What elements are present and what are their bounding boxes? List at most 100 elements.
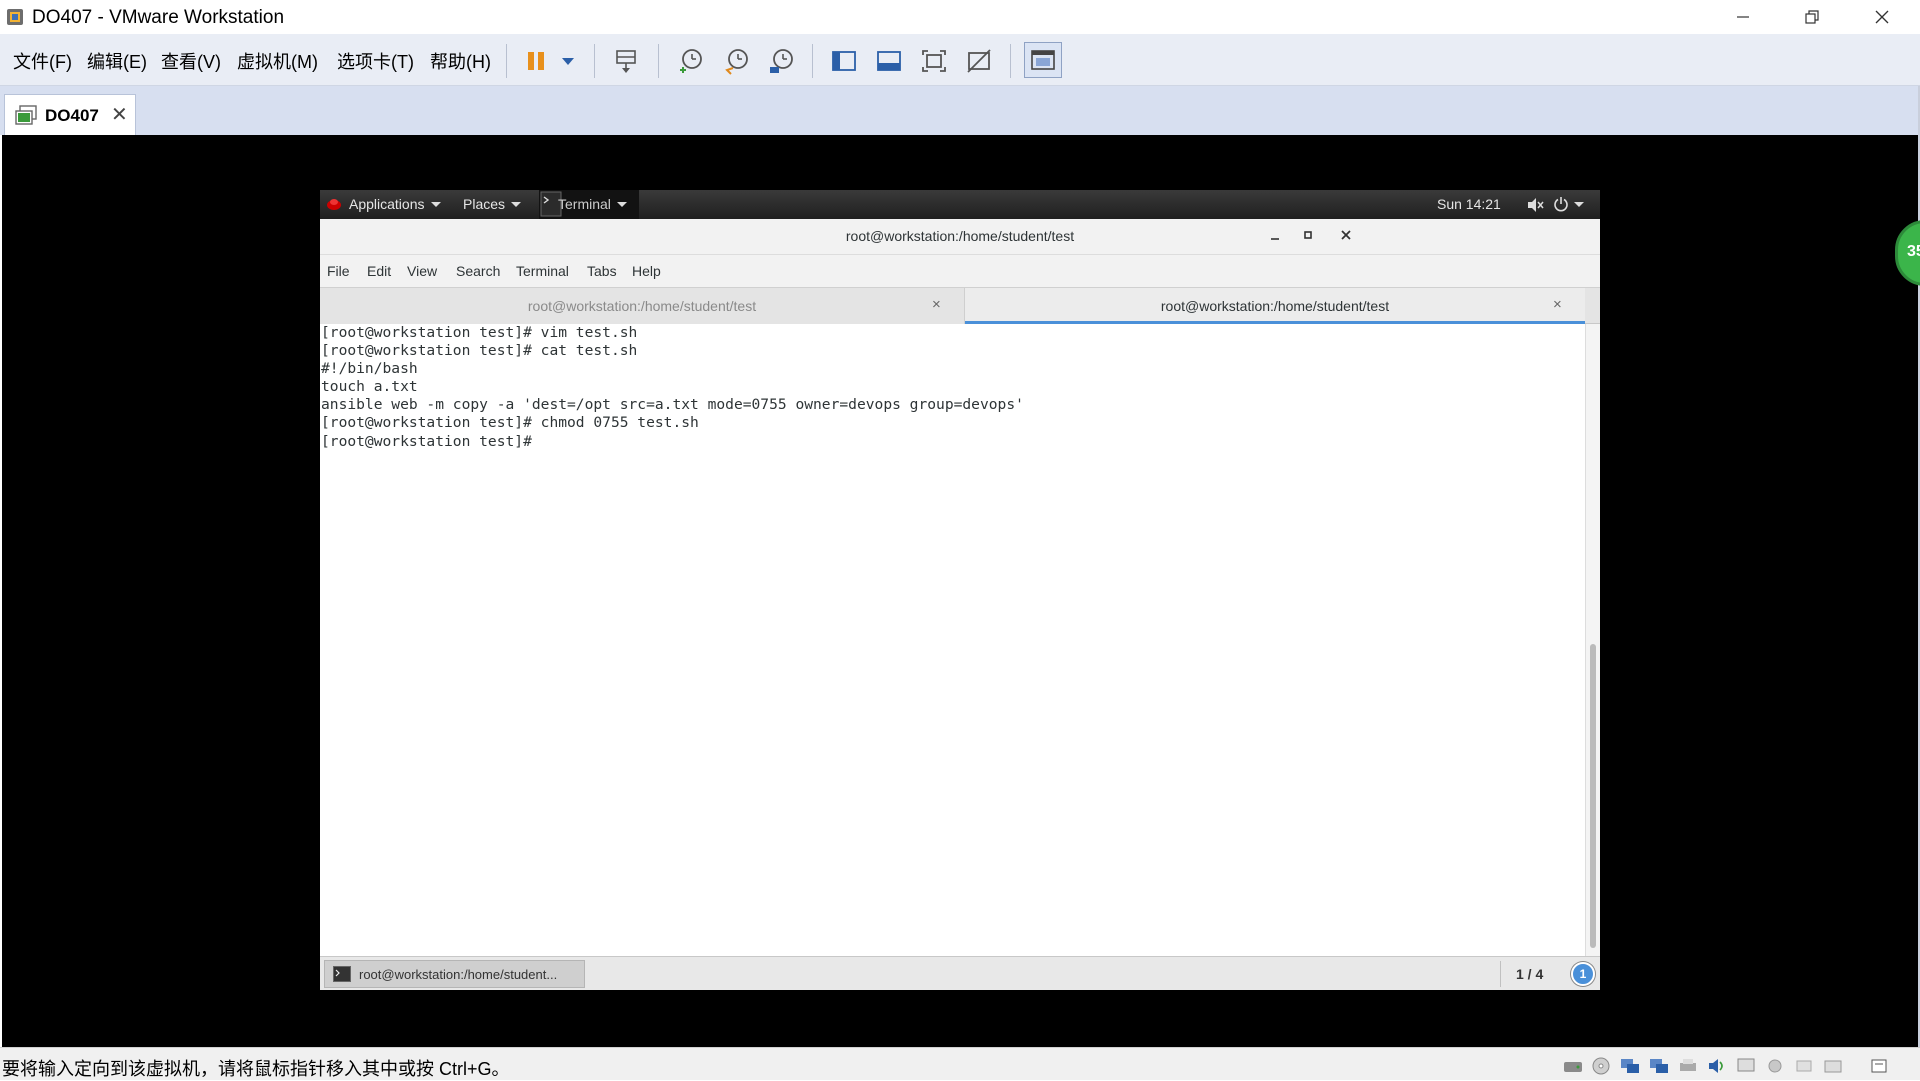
minimize-button[interactable] — [1709, 0, 1777, 34]
menu-vm[interactable]: 虚拟机(M) — [237, 48, 318, 74]
close-icon — [1875, 10, 1889, 24]
vm-tab-label: DO407 — [45, 106, 99, 125]
terminal-menubar: File Edit View Search Terminal Tabs Help — [320, 255, 1600, 287]
network-adapter-1-icon[interactable] — [1619, 1056, 1641, 1076]
close-window-button[interactable] — [1848, 0, 1916, 34]
terminal-line: touch a.txt — [321, 378, 418, 396]
snapshot-take-icon[interactable] — [675, 46, 705, 76]
terminal-menu-tabs[interactable]: Tabs — [587, 263, 617, 279]
window-titlebar: DO407 - VMware Workstation — [0, 0, 1920, 34]
fullscreen-icon[interactable] — [919, 46, 949, 76]
usb-device-icon[interactable] — [1764, 1056, 1786, 1076]
vm-icon — [15, 105, 37, 125]
toolbar-separator — [1010, 44, 1011, 78]
terminal-menu-edit[interactable]: Edit — [367, 263, 391, 279]
restore-button[interactable] — [1778, 0, 1846, 34]
pause-icon[interactable] — [522, 46, 552, 76]
gnome-window-list: root@workstation:/home/student... 1 / 4 … — [320, 956, 1600, 990]
volume-muted-icon[interactable] — [1526, 197, 1544, 213]
vm-tabstrip: DO407 ✕ — [0, 86, 1920, 135]
terminal-tab-label: root@workstation:/home/student/test — [527, 298, 757, 314]
terminal-tab-label: root@workstation:/home/student/test — [1160, 298, 1390, 314]
terminal-titlebar: root@workstation:/home/student/test — [320, 219, 1600, 255]
terminal-menu-terminal[interactable]: Terminal — [516, 263, 569, 279]
printer-icon[interactable] — [1677, 1056, 1699, 1076]
terminal-menu-file[interactable]: File — [327, 263, 350, 279]
gnome-top-bar: Applications Places Terminal Sun 14:21 — [320, 190, 1600, 219]
terminal-maximize-icon[interactable] — [1303, 230, 1313, 240]
menu-help[interactable]: 帮助(H) — [430, 48, 491, 74]
window-list-item-terminal[interactable]: root@workstation:/home/student... — [324, 960, 585, 988]
system-menu-caret-icon[interactable] — [1574, 202, 1584, 207]
clock[interactable]: Sun 14:21 — [1437, 196, 1501, 212]
unity-mode-icon[interactable] — [964, 46, 994, 76]
overlay-counter-label: 35 — [1907, 243, 1920, 260]
thumbnail-bar-icon[interactable] — [874, 46, 904, 76]
workspace-indicator[interactable]: 1 / 4 — [1516, 966, 1543, 982]
caret-down-icon — [511, 202, 522, 207]
places-menu[interactable]: Places — [463, 196, 522, 212]
scrollbar-thumb[interactable] — [1590, 644, 1596, 948]
terminal-app-menu[interactable]: Terminal — [558, 196, 627, 212]
toolbar-separator — [812, 44, 813, 78]
terminal-prompt-line: [root@workstation test]# — [321, 432, 541, 450]
notification-badge[interactable]: 1 — [1571, 962, 1595, 986]
menu-file[interactable]: 文件(F) — [13, 48, 72, 74]
terminal-tab-close-icon[interactable]: × — [932, 296, 941, 313]
chevron-down-icon[interactable] — [554, 46, 584, 76]
status-message: 要将输入定向到该虚拟机，请将鼠标指针移入其中或按 Ctrl+G。 — [2, 1059, 510, 1079]
network-adapter-2-icon[interactable] — [1648, 1056, 1670, 1076]
terminal-line: [root@workstation test]# cat test.sh — [321, 342, 638, 360]
console-view-button[interactable] — [1024, 42, 1062, 78]
terminal-line: #!/bin/bash — [321, 360, 418, 378]
sidebar-toggle-icon[interactable] — [829, 46, 859, 76]
terminal-line: [root@workstation test]# chmod 0755 test… — [321, 414, 699, 432]
terminal-menu-search[interactable]: Search — [456, 263, 500, 279]
removable-device-icon[interactable] — [1793, 1056, 1815, 1076]
terminal-menu-help[interactable]: Help — [632, 263, 661, 279]
terminal-output[interactable]: [root@workstation test]# vim test.sh [ro… — [320, 324, 1585, 956]
status-bar: 要将输入定向到该虚拟机，请将鼠标指针移入其中或按 Ctrl+G。 — [0, 1047, 1920, 1080]
message-log-icon[interactable] — [1868, 1056, 1890, 1076]
vmware-app-icon — [7, 9, 23, 25]
guest-display[interactable]: Applications Places Terminal Sun 14:21 r… — [320, 190, 1600, 990]
cd-dvd-icon[interactable] — [1590, 1056, 1612, 1076]
display-icon[interactable] — [1735, 1056, 1757, 1076]
terminal-window-title: root@workstation:/home/student/test — [845, 228, 1075, 244]
terminal-minimize-icon[interactable] — [1270, 231, 1280, 241]
window-list-item-label: root@workstation:/home/student... — [359, 967, 558, 982]
caret-down-icon — [430, 202, 441, 207]
menu-tabs[interactable]: 选项卡(T) — [337, 48, 414, 74]
caret-down-icon — [616, 202, 627, 207]
places-label: Places — [463, 196, 506, 212]
applications-label: Applications — [349, 196, 425, 212]
applications-menu[interactable]: Applications — [349, 196, 441, 212]
terminal-tabbar: root@workstation:/home/student/test × ro… — [320, 287, 1600, 324]
menu-edit[interactable]: 编辑(E) — [87, 48, 147, 74]
terminal-close-icon[interactable] — [1341, 230, 1351, 240]
terminal-app-label: Terminal — [558, 196, 611, 212]
terminal-tab-2[interactable]: root@workstation:/home/student/test × — [965, 288, 1585, 324]
vm-tab-do407[interactable]: DO407 ✕ — [4, 94, 136, 135]
redhat-logo-icon — [327, 199, 341, 210]
hard-disk-icon[interactable] — [1562, 1056, 1584, 1076]
menu-view[interactable]: 查看(V) — [161, 48, 221, 74]
menu-toolbar: 文件(F) 编辑(E) 查看(V) 虚拟机(M) 选项卡(T) 帮助(H) — [0, 34, 1920, 86]
terminal-menu-view[interactable]: View — [407, 263, 437, 279]
console-view-icon — [1031, 50, 1055, 70]
terminal-line: [root@workstation test]# vim test.sh — [321, 324, 638, 341]
toolbar-separator — [506, 44, 507, 78]
window-list-separator — [1500, 961, 1501, 987]
snapshot-revert-icon[interactable] — [721, 46, 751, 76]
window-title: DO407 - VMware Workstation — [32, 7, 285, 28]
vm-tab-close-icon[interactable]: ✕ — [111, 102, 128, 127]
send-ctrl-alt-del-icon[interactable] — [611, 46, 641, 76]
terminal-tab-close-icon[interactable]: × — [1553, 296, 1562, 313]
power-icon[interactable] — [1553, 196, 1569, 212]
terminal-line: ansible web -m copy -a 'dest=/opt src=a.… — [321, 396, 1024, 414]
sound-card-icon[interactable] — [1706, 1056, 1728, 1076]
terminal-tab-1[interactable]: root@workstation:/home/student/test × — [320, 288, 965, 324]
shared-folder-icon[interactable] — [1822, 1056, 1844, 1076]
snapshot-manager-icon[interactable] — [766, 46, 796, 76]
terminal-scrollbar[interactable] — [1585, 324, 1600, 956]
